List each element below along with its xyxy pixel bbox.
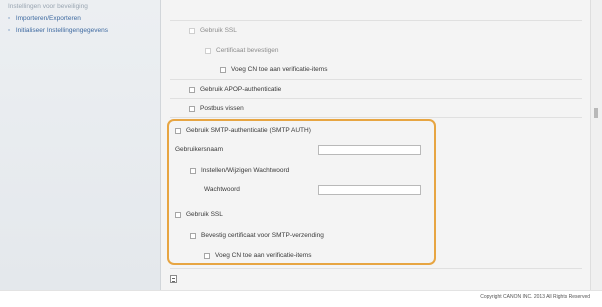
bullet-icon: ▫ xyxy=(8,27,11,34)
verify-cert-option: Certificaat bevestigen xyxy=(205,47,279,54)
smtp-settings-highlight xyxy=(167,119,436,265)
apop-label: Gebruik APOP-authenticatie xyxy=(200,86,282,93)
apop-checkbox[interactable] xyxy=(189,86,195,93)
divider xyxy=(170,268,582,269)
add-cn-option-top: Voeg CN toe aan verificatie-items xyxy=(220,66,327,73)
sidebar-item-initialize-settings[interactable]: ▫ Initialiseer Instellingengegevens xyxy=(8,27,108,34)
use-ssl-checkbox-top[interactable] xyxy=(189,27,195,34)
sidebar-item-import-export[interactable]: ▫ Importeren/Exporteren xyxy=(8,15,81,22)
sidebar-item-label: Importeren/Exporteren xyxy=(15,15,81,22)
scrollbar[interactable] xyxy=(590,0,602,290)
poll-label: Postbus vissen xyxy=(200,105,244,112)
divider xyxy=(170,98,582,99)
use-ssl-option-top: Gebruik SSL xyxy=(189,27,237,34)
poll-checkbox[interactable] xyxy=(189,105,195,112)
verify-cert-label: Certificaat bevestigen xyxy=(216,47,279,54)
divider xyxy=(170,79,582,80)
verify-cert-checkbox[interactable] xyxy=(205,47,211,54)
add-cn-label-top: Voeg CN toe aan verificatie-items xyxy=(231,66,328,73)
divider xyxy=(170,20,582,21)
copyright-text: Copyright CANON INC. 2013 All Rights Res… xyxy=(480,294,590,300)
sidebar-item-security-settings[interactable]: Instellingen voor beveiliging xyxy=(8,3,88,10)
list-icon[interactable] xyxy=(170,275,177,283)
poll-option: Postbus vissen xyxy=(189,105,244,112)
sidebar-item-label: Initialiseer Instellingengegevens xyxy=(15,27,108,34)
apop-option: Gebruik APOP-authenticatie xyxy=(189,86,281,93)
bullet-icon: ▫ xyxy=(8,15,11,22)
scrollbar-thumb[interactable] xyxy=(594,108,598,118)
sidebar-item-label: Instellingen voor beveiliging xyxy=(8,3,88,10)
divider xyxy=(170,117,582,118)
add-cn-checkbox-top[interactable] xyxy=(220,66,226,73)
sidebar: Instellingen voor beveiliging ▫ Importer… xyxy=(0,0,161,290)
use-ssl-label-top: Gebruik SSL xyxy=(200,27,237,34)
footer: Copyright CANON INC. 2013 All Rights Res… xyxy=(0,290,602,307)
